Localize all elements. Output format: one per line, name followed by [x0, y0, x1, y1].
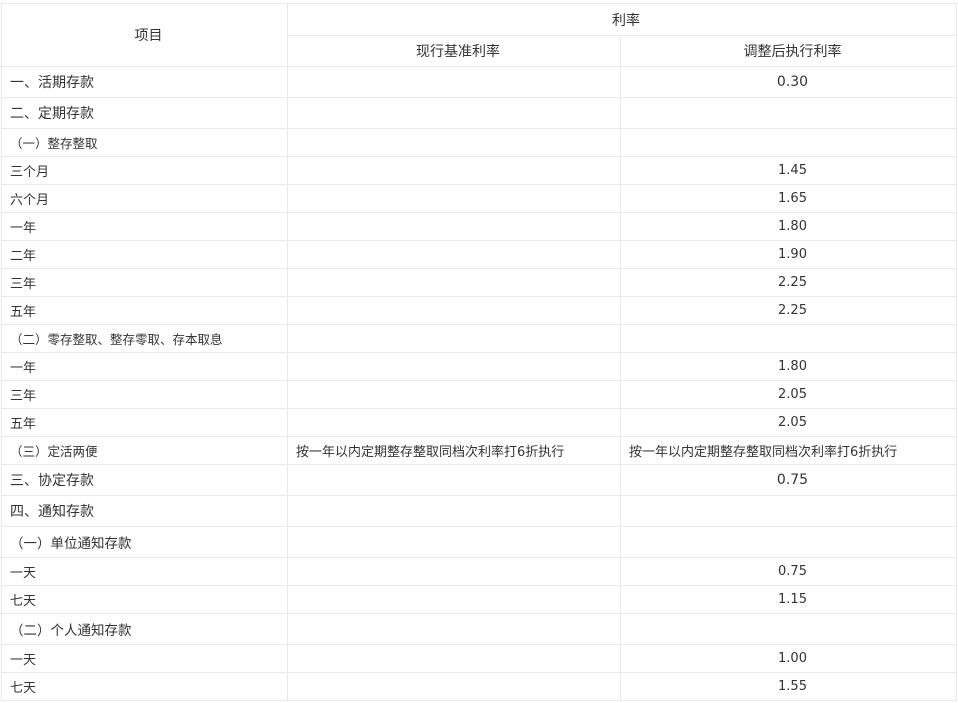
- current-rate-cell: 按一年以内定期整存整取同档次利率打6折执行: [287, 436, 621, 465]
- row-label: 一年: [1, 352, 288, 381]
- current-rate-cell: [287, 644, 621, 673]
- adjusted-rate-cell: 1.80: [620, 352, 957, 381]
- table-header: 项目 利率 现行基准利率 调整后执行利率: [1, 3, 957, 67]
- rate-group-header: 利率: [287, 3, 957, 36]
- row-label: 四、通知存款: [1, 495, 288, 527]
- current-rate-cell: [287, 408, 621, 437]
- interest-rate-table: 项目 利率 现行基准利率 调整后执行利率 一、活期存款 0.30 二、定期存款 …: [1, 3, 957, 701]
- adjusted-rate-cell: 0.30: [620, 66, 957, 98]
- adjusted-rate-cell: [620, 128, 957, 157]
- adjusted-rate-cell: 2.25: [620, 268, 957, 297]
- row-label: （二）零存整取、整存零取、存本取息: [1, 324, 288, 353]
- table-row: 一年 1.80: [1, 352, 957, 381]
- row-label: 三年: [1, 268, 288, 297]
- table-row: 三个月 1.45: [1, 156, 957, 185]
- row-label: 二、定期存款: [1, 97, 288, 129]
- adjusted-rate-cell: 1.15: [620, 585, 957, 614]
- adjusted-rate-cell: 1.65: [620, 184, 957, 213]
- current-rate-cell: [287, 380, 621, 409]
- header-row: 项目 利率: [1, 3, 957, 67]
- table-row: 一年 1.80: [1, 212, 957, 241]
- row-label: 一天: [1, 644, 288, 673]
- row-label: 一年: [1, 212, 288, 241]
- table-row: （二）个人通知存款: [1, 613, 957, 645]
- table-row: 一天 0.75: [1, 557, 957, 586]
- adjusted-rate-cell: 1.00: [620, 644, 957, 673]
- table-row: 七天 1.55: [1, 672, 957, 701]
- current-rate-cell: [287, 526, 621, 558]
- adjusted-rate-cell: 1.90: [620, 240, 957, 269]
- current-rate-cell: [287, 240, 621, 269]
- adjusted-rate-cell: 1.80: [620, 212, 957, 241]
- adjusted-rate-cell: 1.45: [620, 156, 957, 185]
- adjusted-rate-cell: 0.75: [620, 464, 957, 496]
- adjusted-rate-cell: 0.75: [620, 557, 957, 586]
- row-label: 三个月: [1, 156, 288, 185]
- current-rate-cell: [287, 585, 621, 614]
- adjusted-rate-cell: 2.05: [620, 408, 957, 437]
- row-label: 一、活期存款: [1, 66, 288, 98]
- table-row: 三年 2.05: [1, 380, 957, 409]
- adjusted-rate-cell: [620, 97, 957, 129]
- current-rate-cell: [287, 97, 621, 129]
- row-label: 三、协定存款: [1, 464, 288, 496]
- table-row: （一）整存整取: [1, 128, 957, 157]
- row-label: 七天: [1, 672, 288, 701]
- current-rate-cell: [287, 184, 621, 213]
- table-row: 五年 2.25: [1, 296, 957, 325]
- current-rate-cell: [287, 66, 621, 98]
- current-rate-cell: [287, 128, 621, 157]
- adjusted-rate-cell: 1.55: [620, 672, 957, 701]
- row-label: 五年: [1, 296, 288, 325]
- row-label: 二年: [1, 240, 288, 269]
- row-label: 五年: [1, 408, 288, 437]
- table-row: 五年 2.05: [1, 408, 957, 437]
- row-label: 三年: [1, 380, 288, 409]
- row-label: 七天: [1, 585, 288, 614]
- row-label: （一）单位通知存款: [1, 526, 288, 558]
- table-row: （三）定活两便 按一年以内定期整存整取同档次利率打6折执行 按一年以内定期整存整…: [1, 436, 957, 465]
- adjusted-rate-cell: [620, 613, 957, 645]
- table-row: （一）单位通知存款: [1, 526, 957, 558]
- adjusted-rate-cell: [620, 324, 957, 353]
- current-rate-cell: [287, 672, 621, 701]
- current-rate-cell: [287, 495, 621, 527]
- table-row: 四、通知存款: [1, 495, 957, 527]
- current-rate-cell: [287, 352, 621, 381]
- row-label: （一）整存整取: [1, 128, 288, 157]
- adjusted-rate-cell: [620, 526, 957, 558]
- current-rate-cell: [287, 296, 621, 325]
- adjusted-rate-cell: [620, 495, 957, 527]
- current-rate-cell: [287, 464, 621, 496]
- adjusted-rate-cell: 2.25: [620, 296, 957, 325]
- adjusted-rate-header: 调整后执行利率: [620, 35, 957, 67]
- table-row: 三年 2.25: [1, 268, 957, 297]
- adjusted-rate-cell: 2.05: [620, 380, 957, 409]
- table-row: 一天 1.00: [1, 644, 957, 673]
- table-row: 七天 1.15: [1, 585, 957, 614]
- current-rate-cell: [287, 268, 621, 297]
- row-label: 一天: [1, 557, 288, 586]
- row-label: 六个月: [1, 184, 288, 213]
- table-body: 一、活期存款 0.30 二、定期存款 （一）整存整取 三个月 1.45 六个月 …: [1, 66, 957, 701]
- current-rate-cell: [287, 557, 621, 586]
- current-rate-cell: [287, 156, 621, 185]
- current-rate-cell: [287, 324, 621, 353]
- adjusted-rate-cell: 按一年以内定期整存整取同档次利率打6折执行: [620, 436, 957, 465]
- table-row: 一、活期存款 0.30: [1, 66, 957, 98]
- table-row: 三、协定存款 0.75: [1, 464, 957, 496]
- table-row: （二）零存整取、整存零取、存本取息: [1, 324, 957, 353]
- table-row: 六个月 1.65: [1, 184, 957, 213]
- current-rate-header: 现行基准利率: [287, 35, 621, 67]
- current-rate-cell: [287, 212, 621, 241]
- row-label: （二）个人通知存款: [1, 613, 288, 645]
- item-column-header: 项目: [1, 3, 288, 67]
- current-rate-cell: [287, 613, 621, 645]
- table-row: 二、定期存款: [1, 97, 957, 129]
- row-label: （三）定活两便: [1, 436, 288, 465]
- table-row: 二年 1.90: [1, 240, 957, 269]
